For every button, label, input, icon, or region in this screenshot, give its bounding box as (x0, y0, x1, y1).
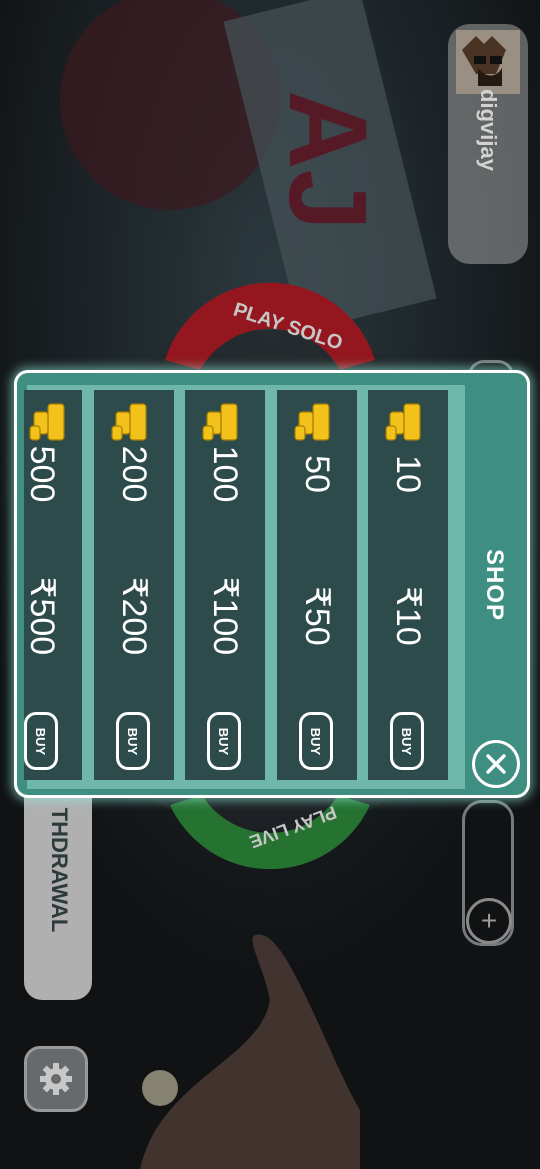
package-price: ₹10 (389, 586, 427, 646)
shop-package-card[interactable]: 500 ₹500 BUY (24, 390, 82, 780)
coin-amount: 500 (24, 445, 61, 503)
username: digvijay (476, 89, 501, 171)
buy-button[interactable]: BUY (390, 712, 424, 770)
shop-modal (14, 370, 530, 798)
coin-amount: 200 (115, 445, 153, 503)
shop-package-card[interactable]: 10 ₹10 BUY (368, 390, 448, 780)
coin-amount: 10 (389, 455, 427, 493)
package-price: ₹100 (206, 576, 244, 656)
coin-amount: 50 (298, 455, 336, 493)
coin-amount: 100 (206, 445, 244, 503)
package-price: ₹500 (24, 576, 61, 656)
shop-package-card[interactable]: 50 ₹50 BUY (277, 390, 357, 780)
gear-icon (40, 1063, 72, 1095)
buy-button[interactable]: BUY (24, 712, 58, 770)
close-button[interactable] (472, 740, 520, 788)
package-price: ₹50 (298, 586, 336, 646)
shop-title: SHOP (481, 548, 508, 621)
buy-button[interactable]: BUY (116, 712, 150, 770)
package-price: ₹200 (115, 576, 153, 656)
buy-button[interactable]: BUY (207, 712, 241, 770)
withdrawal-button[interactable]: THDRAWAL (24, 770, 92, 1000)
add-balance-button[interactable]: + (466, 898, 512, 944)
buy-button[interactable]: BUY (299, 712, 333, 770)
close-icon (486, 754, 506, 774)
shop-package-card[interactable]: 200 ₹200 BUY (94, 390, 174, 780)
settings-button[interactable] (24, 1046, 88, 1112)
plus-icon: + (480, 905, 498, 936)
shop-package-card[interactable]: 100 ₹100 BUY (185, 390, 265, 780)
